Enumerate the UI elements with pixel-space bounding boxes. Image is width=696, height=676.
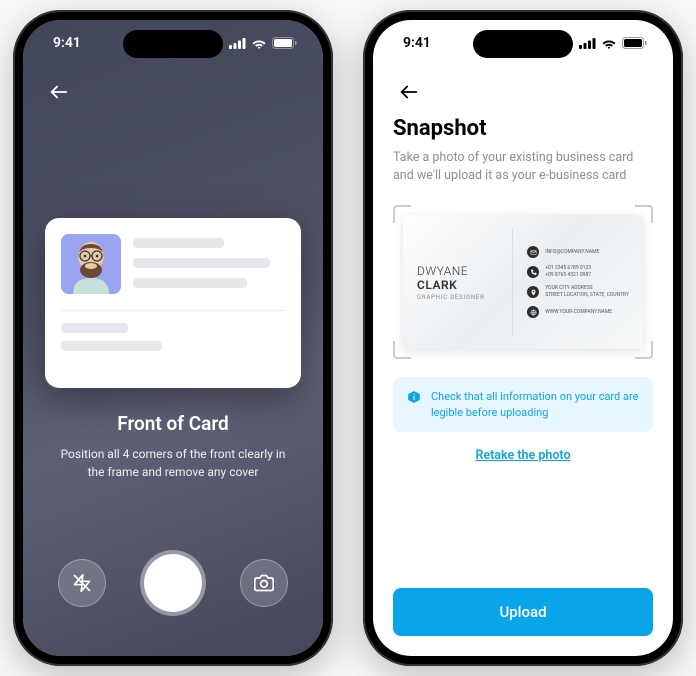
- avatar: [61, 234, 121, 294]
- card-address-row: YOUR CITY ADDRESS STREET LOCATION, STATE…: [527, 286, 629, 298]
- dynamic-island: [473, 30, 573, 58]
- arrow-left-icon: [398, 81, 420, 103]
- camera-instructions: Front of Card Position all 4 corners of …: [43, 412, 303, 481]
- screen-upload: 9:41 Snapshot Take a photo of your exist…: [373, 20, 673, 656]
- location-icon: [527, 286, 539, 298]
- back-button[interactable]: [43, 76, 75, 108]
- back-button[interactable]: [393, 76, 425, 108]
- phone-icon: [527, 266, 539, 278]
- frame-corner-icon: [393, 341, 411, 359]
- battery-icon: [622, 37, 647, 49]
- page-title: Snapshot: [393, 116, 653, 141]
- frame-corner-icon: [635, 205, 653, 223]
- screen-capture: 9:41: [23, 20, 323, 656]
- battery-icon: [272, 37, 297, 49]
- arrow-left-icon: [48, 81, 70, 103]
- wifi-icon: [251, 38, 267, 49]
- card-capture-frame: DWYANE CLARK GRAPHIC DESIGNER INFO@COMPA…: [393, 205, 653, 359]
- business-card-preview: DWYANE CLARK GRAPHIC DESIGNER INFO@COMPA…: [403, 215, 643, 349]
- card-email-row: INFO@COMPANY.NAME: [527, 246, 629, 258]
- dynamic-island: [123, 30, 223, 58]
- info-icon: [407, 390, 421, 404]
- card-phone-row: +01 2345 6789 0123 +09 8765 4321 0987: [527, 266, 629, 278]
- envelope-icon: [527, 246, 539, 258]
- frame-corner-icon: [393, 205, 411, 223]
- camera-icon: [254, 573, 274, 593]
- status-icons: [579, 37, 647, 49]
- card-last-name: CLARK: [417, 278, 457, 292]
- camera-subtitle: Position all 4 corners of the front clea…: [43, 445, 303, 481]
- camera-controls: [23, 550, 323, 616]
- card-name: DWYANE CLARK: [417, 264, 502, 292]
- status-time: 9:41: [53, 35, 81, 51]
- globe-icon: [527, 306, 539, 318]
- camera-title: Front of Card: [43, 412, 303, 435]
- upload-button[interactable]: Upload: [393, 588, 653, 636]
- card-text-skeleton: [133, 234, 285, 294]
- phone-frame-capture: 9:41: [13, 10, 333, 666]
- card-role: GRAPHIC DESIGNER: [417, 294, 502, 301]
- retake-link[interactable]: Retake the photo: [393, 448, 653, 463]
- page-subtitle: Take a photo of your existing business c…: [393, 149, 653, 185]
- flash-button[interactable]: [58, 559, 106, 607]
- switch-camera-button[interactable]: [240, 559, 288, 607]
- id-card-preview: [45, 218, 301, 388]
- shutter-button[interactable]: [140, 550, 206, 616]
- phone-frame-upload: 9:41 Snapshot Take a photo of your exist…: [363, 10, 683, 666]
- cellular-icon: [229, 38, 246, 49]
- info-banner-text: Check that all information on your card …: [431, 389, 639, 420]
- cellular-icon: [579, 38, 596, 49]
- status-time: 9:41: [403, 35, 431, 51]
- card-website-row: WWW.YOUR-COMPANY.NAME: [527, 306, 629, 318]
- card-first-name: DWYANE: [417, 264, 468, 278]
- status-icons: [229, 37, 297, 49]
- frame-corner-icon: [635, 341, 653, 359]
- wifi-icon: [601, 38, 617, 49]
- info-banner: Check that all information on your card …: [393, 377, 653, 432]
- flash-off-icon: [72, 573, 92, 593]
